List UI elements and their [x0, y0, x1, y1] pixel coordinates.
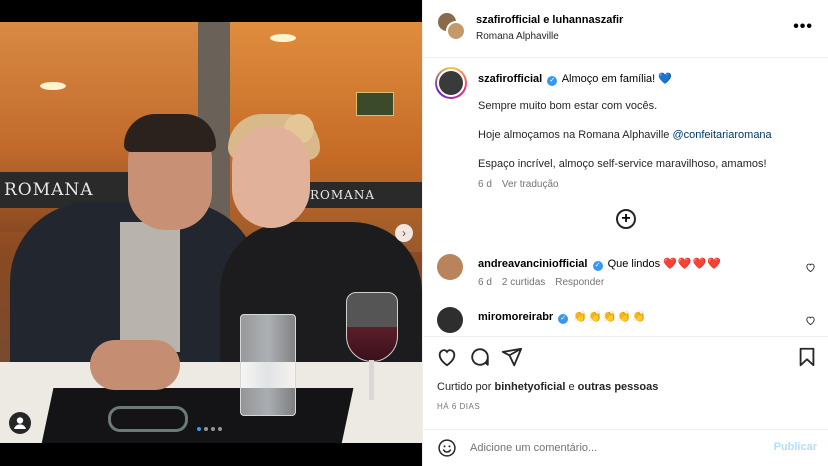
- caption-header: szafirofficial ✓ Almoço em família! 💙: [478, 72, 672, 86]
- photo-placemat: [38, 388, 354, 443]
- more-horizontal-icon[interactable]: •••: [793, 18, 813, 36]
- photo-wine-stem: [369, 360, 374, 400]
- photo-wine-glass: [346, 292, 398, 362]
- liked-by-others-link[interactable]: outras pessoas: [578, 381, 659, 393]
- carousel-dots: [197, 427, 222, 431]
- caption-author-link[interactable]: szafirofficial: [478, 73, 542, 85]
- verified-badge-icon: ✓: [547, 76, 558, 86]
- mention-link[interactable]: @confeitariaromana: [672, 129, 771, 141]
- author-link[interactable]: luhannaszafir: [552, 14, 623, 26]
- carousel-dot: [218, 427, 222, 431]
- collab-avatars[interactable]: [437, 12, 466, 41]
- comment: miromoreirabr ✓ 👏👏👏👏👏: [478, 310, 647, 324]
- carousel-dot: [211, 427, 215, 431]
- photo-sign-text-right: ROMANA: [310, 188, 375, 202]
- liked-by: Curtido por binhetyoficial e outras pess…: [437, 381, 658, 393]
- post-timestamp[interactable]: HÁ 6 DIAS: [437, 402, 480, 411]
- liked-by-prefix: Curtido por: [437, 381, 492, 393]
- caption-title: Almoço em família!: [561, 73, 656, 85]
- location-link[interactable]: Romana Alphaville: [476, 31, 559, 42]
- liked-by-joiner: e: [568, 381, 575, 393]
- avatar: [446, 21, 466, 41]
- carousel-dot: [197, 427, 201, 431]
- author-connector: e: [540, 14, 553, 26]
- caption-line: Hoje almoçamos na Romana Alphaville @con…: [478, 129, 772, 141]
- comment-bar: Publicar: [423, 429, 828, 465]
- photo-woman-head: [232, 126, 310, 228]
- verified-badge-icon: ✓: [592, 261, 603, 271]
- photo-man-shirt: [120, 222, 180, 352]
- comment-like-icon[interactable]: [805, 315, 816, 329]
- comment-emoji: ❤️❤️❤️❤️: [663, 258, 723, 270]
- photo-wall-sign: [356, 92, 394, 116]
- chevron-right-icon[interactable]: ›: [395, 224, 413, 242]
- caption-line: Espaço incrível, almoço self-service mar…: [478, 158, 767, 170]
- photo-sign-text-left: ROMANA: [4, 180, 94, 200]
- comment-age: 6 d: [478, 277, 492, 288]
- comment: andreavanciniofficial ✓ Que lindos ❤️❤️❤…: [478, 257, 722, 271]
- caption-meta: 6 d Ver tradução: [478, 179, 559, 190]
- bookmark-icon[interactable]: [796, 346, 818, 368]
- comment-author-link[interactable]: miromoreirabr: [478, 311, 553, 323]
- avatar[interactable]: [437, 254, 463, 280]
- photo-lamp: [40, 82, 66, 90]
- author-link[interactable]: szafirofficial: [476, 14, 540, 26]
- plus-circle-icon[interactable]: +: [616, 209, 636, 229]
- comment-like-icon[interactable]: [805, 262, 816, 276]
- comment-author-link[interactable]: andreavanciniofficial: [478, 258, 587, 270]
- carousel-dot: [204, 427, 208, 431]
- heart-outline-icon[interactable]: [436, 346, 458, 368]
- caption-avatar[interactable]: [435, 67, 467, 99]
- avatar[interactable]: [437, 307, 463, 333]
- speech-bubble-icon[interactable]: [469, 346, 491, 368]
- comment-text: Que lindos: [607, 258, 661, 270]
- post-header: szafirofficial e luhannaszafir Romana Al…: [423, 0, 828, 58]
- comment-likes-link[interactable]: 2 curtidas: [502, 277, 545, 288]
- post-actions: Curtido por binhetyoficial e outras pess…: [423, 336, 828, 464]
- liked-by-user-link[interactable]: binhetyoficial: [494, 381, 565, 393]
- post-photo[interactable]: ROMANA ROMANA: [0, 22, 422, 443]
- caption-line: Sempre muito bom estar com vocês.: [478, 100, 658, 112]
- see-translation-link[interactable]: Ver tradução: [502, 179, 559, 190]
- smiley-icon[interactable]: [437, 438, 457, 458]
- post-authors: szafirofficial e luhannaszafir: [476, 14, 623, 26]
- comment-input[interactable]: [470, 438, 760, 458]
- photo-hands: [90, 340, 180, 390]
- reply-link[interactable]: Responder: [555, 277, 604, 288]
- post-details-panel: szafirofficial e luhannaszafir Romana Al…: [422, 0, 828, 466]
- comment-emoji: 👏👏👏👏👏: [573, 311, 647, 323]
- photo-water-glass: [240, 314, 296, 416]
- caption-age: 6 d: [478, 179, 492, 190]
- caption-line-text: Hoje almoçamos na Romana Alphaville: [478, 129, 670, 141]
- photo-sunglasses: [108, 406, 188, 432]
- photo-lamp: [270, 34, 296, 42]
- user-tag-icon[interactable]: [9, 412, 31, 434]
- comment-meta: 6 d 2 curtidas Responder: [478, 277, 604, 288]
- verified-badge-icon: ✓: [558, 314, 569, 324]
- blue-heart-emoji: 💙: [658, 73, 672, 85]
- paper-plane-icon[interactable]: [501, 346, 523, 368]
- publish-button[interactable]: Publicar: [774, 441, 817, 453]
- photo-man-hair: [124, 114, 216, 152]
